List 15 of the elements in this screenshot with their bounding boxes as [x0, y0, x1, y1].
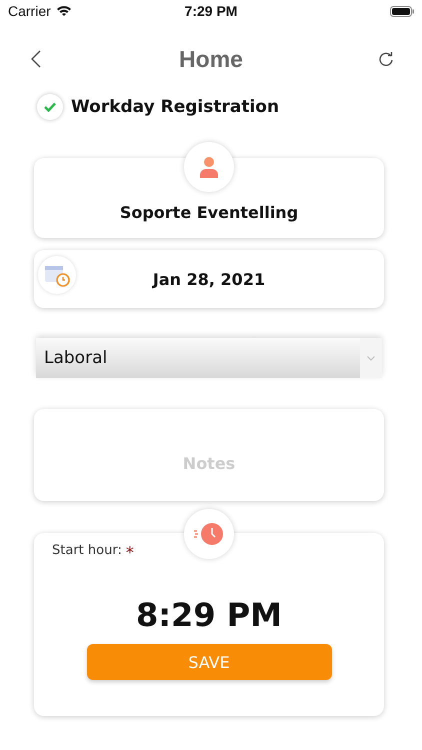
date-value: Jan 28, 2021: [152, 270, 266, 288]
battery-icon: [390, 6, 414, 16]
required-marker: *: [126, 543, 134, 562]
type-dropdown[interactable]: Laboral: [36, 338, 382, 378]
start-time[interactable]: 8:29 PM: [136, 596, 282, 634]
page-title: Home: [179, 46, 243, 72]
wifi-icon: [56, 5, 72, 17]
section-title: Workday Registration: [71, 97, 280, 117]
user-name: Soporte Eventelling: [120, 203, 298, 222]
caret-icon: [367, 356, 375, 360]
start-hour-label: Start hour:: [52, 543, 122, 560]
date-card[interactable]: Jan 28, 2021: [34, 250, 384, 308]
clock-time: 7:29 PM: [184, 3, 238, 19]
calendar-icon: [38, 256, 76, 294]
carrier-name: Carrier: [8, 3, 51, 19]
